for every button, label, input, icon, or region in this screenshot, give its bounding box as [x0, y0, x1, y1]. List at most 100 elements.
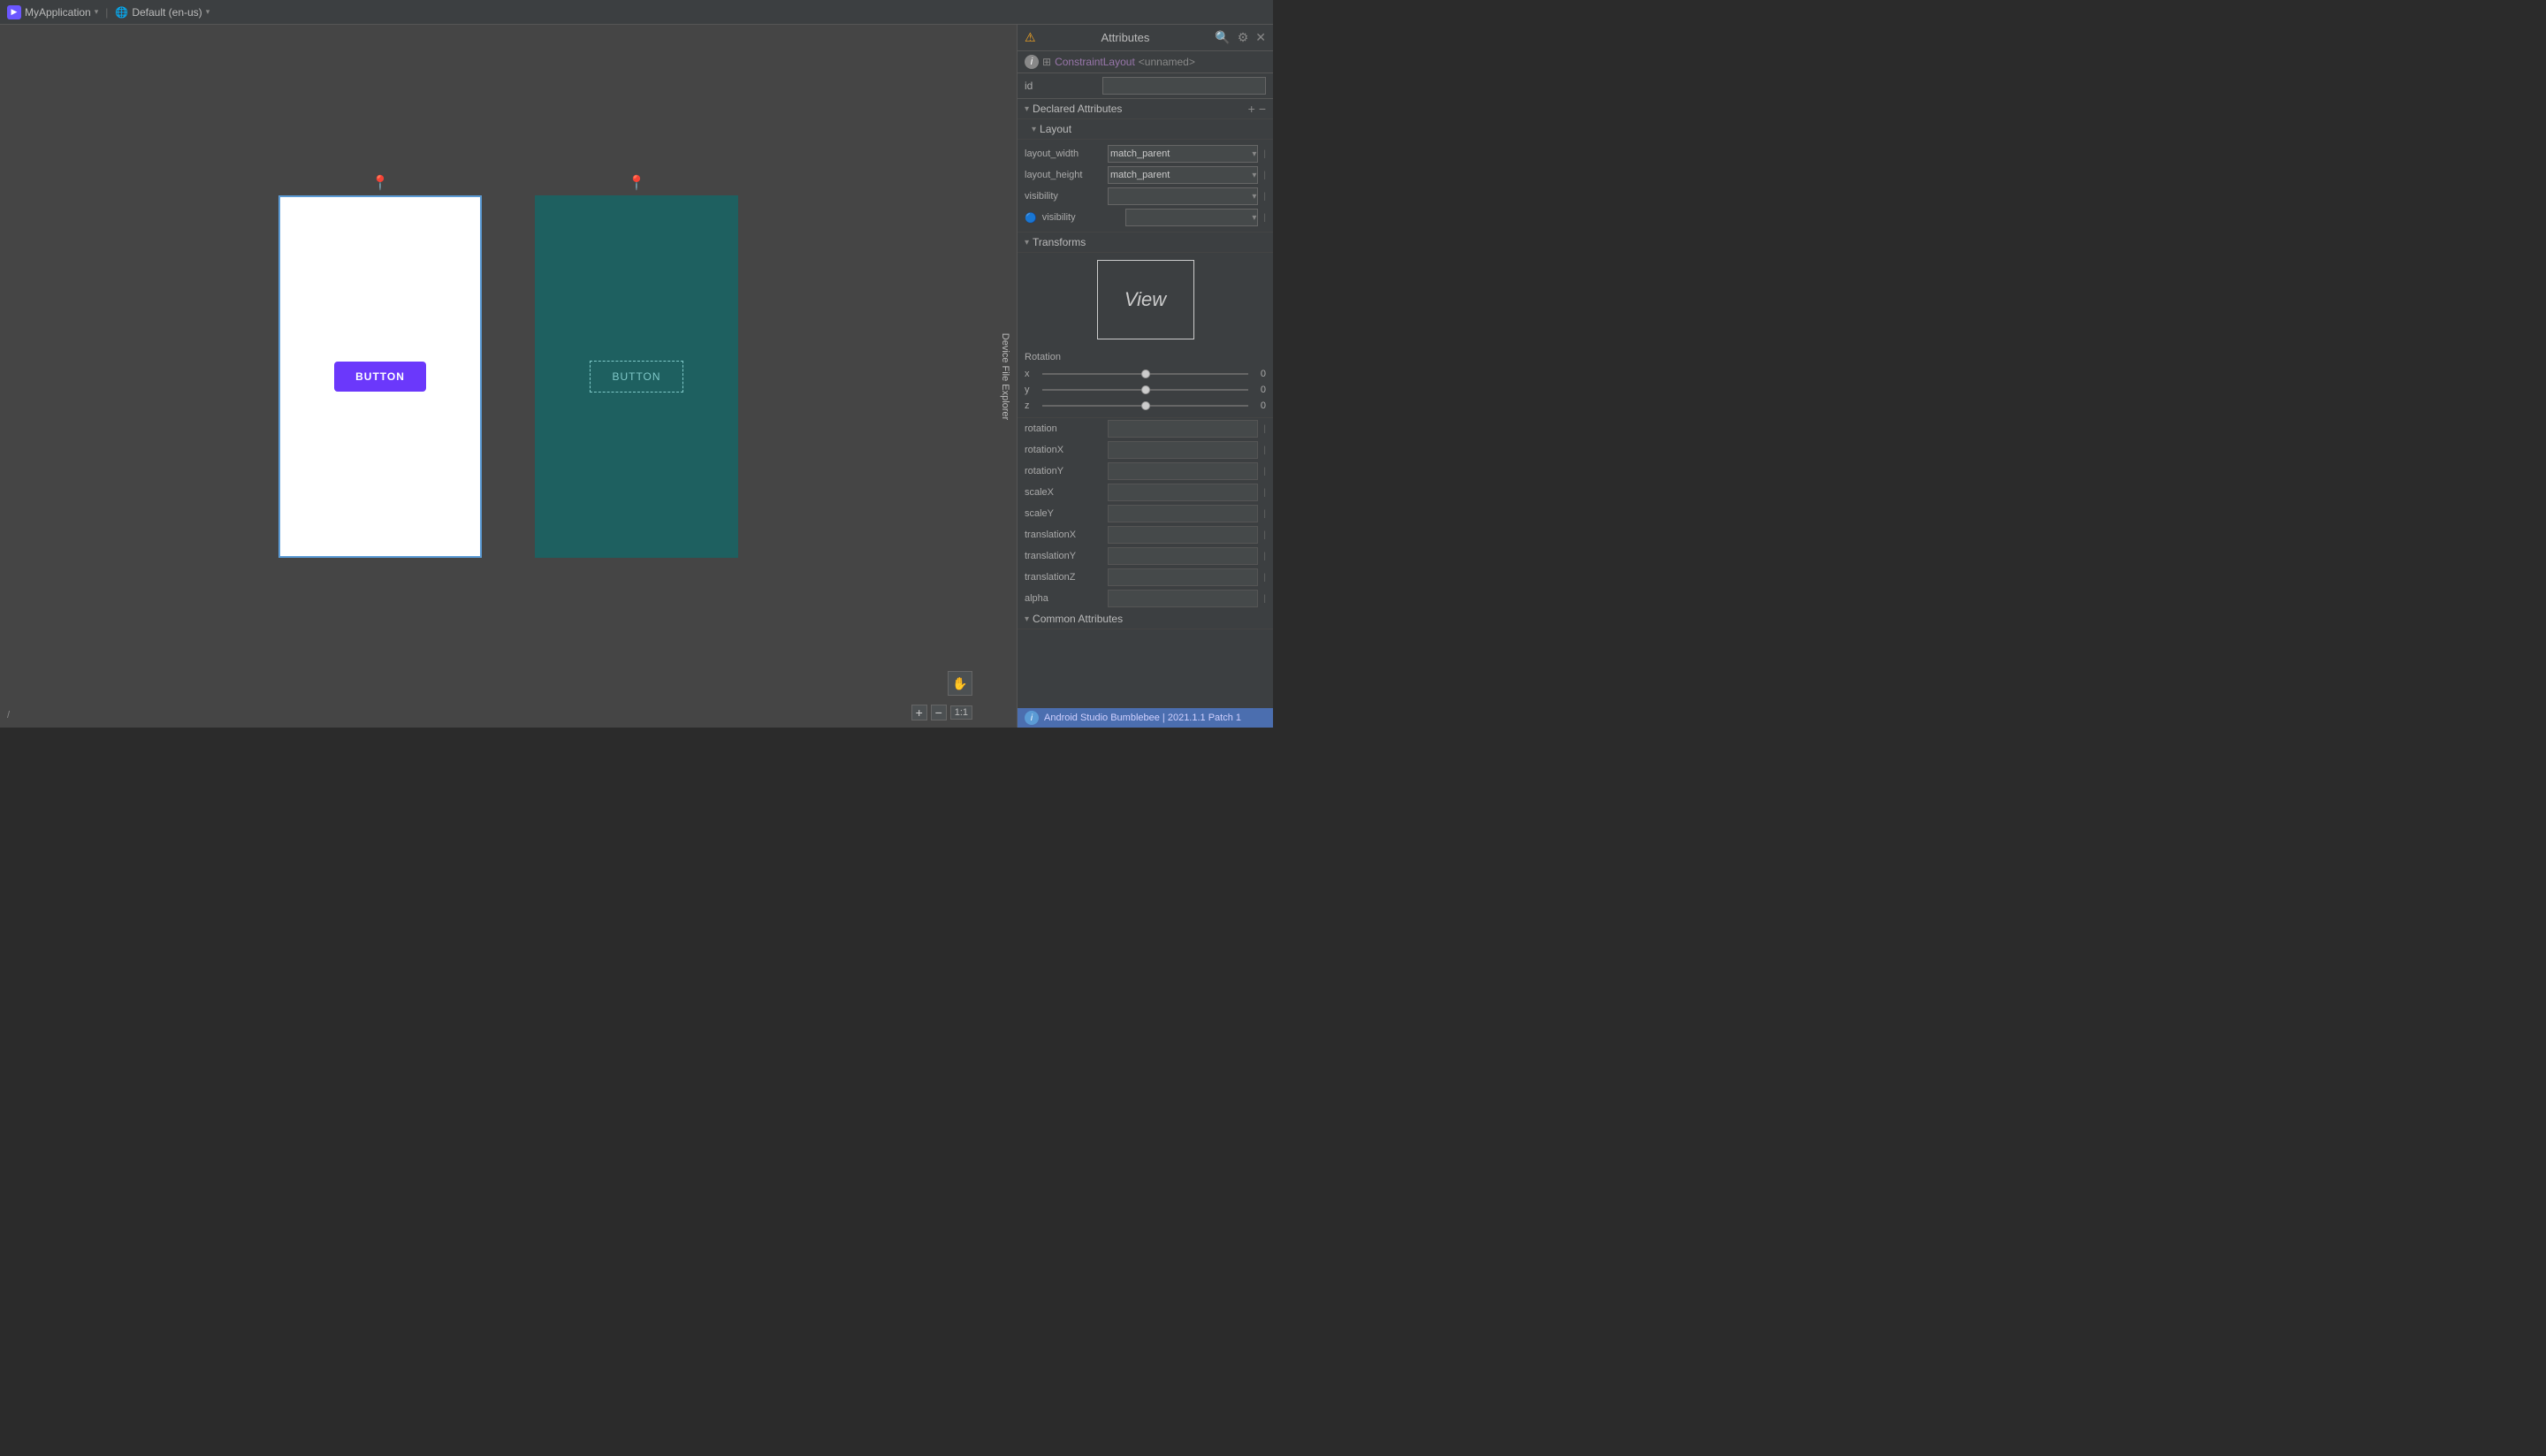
blueprint-button[interactable]: BUTTON — [590, 361, 682, 393]
status-bar: i Android Studio Bumblebee | 2021.1.1 Pa… — [1018, 708, 1273, 728]
component-unnamed: <unnamed> — [1139, 56, 1195, 68]
visibility2-select[interactable]: visible — [1125, 209, 1259, 226]
rotationY-attr-pin[interactable]: | — [1263, 467, 1266, 476]
panel-scroll[interactable]: ▾ Declared Attributes + − ▾ Layout layou… — [1018, 99, 1273, 708]
zoom-ratio: 1:1 — [950, 705, 972, 720]
app-selector[interactable]: ▶ MyApplication ▾ — [7, 5, 98, 19]
rotationY-attr-label: rotationY — [1025, 466, 1104, 476]
rotationX-attr-input[interactable] — [1108, 441, 1258, 459]
device-file-explorer-tab[interactable]: Device File Explorer — [1000, 332, 1010, 419]
translationY-attr-input[interactable] — [1108, 547, 1258, 565]
layout-height-select[interactable]: match_parent wrap_content — [1108, 166, 1258, 184]
blueprint-preview-container: 📍 BUTTON — [535, 195, 738, 558]
design-button[interactable]: BUTTON — [334, 362, 426, 392]
scaleY-attr-input[interactable] — [1108, 505, 1258, 522]
alpha-attr-pin[interactable]: | — [1263, 594, 1266, 604]
rotation-x-slider[interactable] — [1042, 368, 1248, 380]
layout-width-label: layout_width — [1025, 149, 1104, 159]
layout-width-select-wrapper: match_parent wrap_content — [1108, 145, 1258, 163]
rotationY-attr-row: rotationY | — [1018, 461, 1273, 482]
canvas-area[interactable]: 📍 BUTTON 📍 BUTTON ✋ + − 1:1 / Device — [0, 25, 1017, 728]
transforms-header[interactable]: ▾ Transforms — [1018, 233, 1273, 253]
alpha-attr-input[interactable] — [1108, 590, 1258, 607]
translationX-attr-label: translationX — [1025, 530, 1104, 540]
translationY-attr-pin[interactable]: | — [1263, 552, 1266, 561]
app-icon: ▶ — [7, 5, 21, 19]
config-name: Default (en-us) — [132, 6, 202, 19]
layout-label: Layout — [1040, 123, 1071, 135]
component-icon: ⊞ — [1042, 56, 1051, 68]
translationX-attr-input[interactable] — [1108, 526, 1258, 544]
right-panel: ⚠ Attributes 🔍 ⚙ ✕ i ⊞ ConstraintLayout … — [1017, 25, 1273, 728]
panel-header: ⚠ Attributes 🔍 ⚙ ✕ — [1018, 25, 1273, 51]
visibility2-icon: 🔵 — [1025, 212, 1037, 224]
rotation-y-slider[interactable] — [1042, 384, 1248, 396]
visibility2-pin[interactable]: | — [1263, 213, 1266, 223]
close-icon[interactable]: ✕ — [1255, 30, 1266, 45]
top-bar: ▶ MyApplication ▾ | 🌐 Default (en-us) ▾ — [0, 0, 1273, 25]
warning-icon: ⚠ — [1025, 30, 1036, 45]
rotationY-attr-input[interactable] — [1108, 462, 1258, 480]
status-info-icon: i — [1025, 711, 1039, 725]
rotation-y-row: y 0 — [1018, 382, 1273, 398]
rotation-section: Rotation x 0 y 0 z 0 — [1018, 347, 1273, 418]
translationZ-attr-pin[interactable]: | — [1263, 573, 1266, 583]
rotation-attr-pin[interactable]: | — [1263, 424, 1266, 434]
rotationX-attr-label: rotationX — [1025, 445, 1104, 455]
rotation-z-slider[interactable] — [1042, 400, 1248, 412]
add-attribute-button[interactable]: + — [1248, 103, 1255, 115]
gear-icon[interactable]: ⚙ — [1238, 30, 1249, 45]
canvas-inner: 📍 BUTTON 📍 BUTTON — [278, 195, 738, 558]
scaleX-attr-pin[interactable]: | — [1263, 488, 1266, 498]
layout-height-pin[interactable]: | — [1263, 171, 1266, 180]
alpha-attr-label: alpha — [1025, 593, 1104, 604]
remove-attribute-button[interactable]: − — [1259, 103, 1266, 115]
layout-width-select[interactable]: match_parent wrap_content — [1108, 145, 1258, 163]
rotation-attr-row: rotation | — [1018, 418, 1273, 439]
rotation-x-label: x — [1025, 369, 1039, 379]
rotationX-attr-row: rotationX | — [1018, 439, 1273, 461]
translationX-attr-row: translationX | — [1018, 524, 1273, 545]
layout-height-select-wrapper: match_parent wrap_content — [1108, 166, 1258, 184]
declared-attributes-header[interactable]: ▾ Declared Attributes + − — [1018, 99, 1273, 119]
alpha-attr-row: alpha | — [1018, 588, 1273, 609]
translationY-attr-label: translationY — [1025, 551, 1104, 561]
config-chevron: ▾ — [206, 7, 210, 17]
visibility2-select-wrapper: visible — [1125, 209, 1259, 226]
zoom-controls: + − 1:1 — [911, 705, 972, 720]
hand-tool-button[interactable]: ✋ — [948, 671, 972, 696]
rotation-attr-input[interactable] — [1108, 420, 1258, 438]
declared-attributes-label: Declared Attributes — [1033, 103, 1122, 115]
transform-attrs-list: rotation | rotationX | rotationY | scale… — [1018, 418, 1273, 609]
config-selector[interactable]: 🌐 Default (en-us) ▾ — [115, 6, 210, 19]
rotation-z-value: 0 — [1252, 400, 1266, 411]
zoom-minus-button[interactable]: − — [931, 705, 947, 720]
visibility-select-wrapper: visible invisible gone — [1108, 187, 1258, 205]
visibility-select[interactable]: visible invisible gone — [1108, 187, 1258, 205]
app-name: MyApplication — [25, 6, 91, 19]
declared-chevron: ▾ — [1025, 104, 1029, 114]
scaleY-attr-label: scaleY — [1025, 508, 1104, 519]
rotation-y-label: y — [1025, 385, 1039, 395]
rotationX-attr-pin[interactable]: | — [1263, 446, 1266, 455]
visibility-pin[interactable]: | — [1263, 192, 1266, 202]
id-input[interactable] — [1102, 77, 1266, 95]
component-selector[interactable]: i ⊞ ConstraintLayout <unnamed> — [1018, 51, 1273, 73]
translationZ-attr-label: translationZ — [1025, 572, 1104, 583]
scaleY-attr-pin[interactable]: | — [1263, 509, 1266, 519]
layout-width-pin[interactable]: | — [1263, 149, 1266, 159]
blueprint-preview: BUTTON — [535, 195, 738, 558]
common-chevron: ▾ — [1025, 614, 1029, 624]
layout-header[interactable]: ▾ Layout — [1018, 119, 1273, 140]
common-attributes-header[interactable]: ▾ Common Attributes — [1018, 609, 1273, 629]
rotation-header: Rotation — [1018, 350, 1273, 366]
scaleX-attr-input[interactable] — [1108, 484, 1258, 501]
zoom-plus-button[interactable]: + — [911, 705, 927, 720]
corner-indicator: / — [7, 710, 10, 720]
search-icon[interactable]: 🔍 — [1215, 30, 1230, 45]
main-content: 📍 BUTTON 📍 BUTTON ✋ + − 1:1 / Device — [0, 25, 1273, 728]
translationX-attr-pin[interactable]: | — [1263, 530, 1266, 540]
translationZ-attr-input[interactable] — [1108, 568, 1258, 586]
layout-chevron: ▾ — [1032, 125, 1036, 134]
pin-blueprint: 📍 — [628, 174, 645, 192]
